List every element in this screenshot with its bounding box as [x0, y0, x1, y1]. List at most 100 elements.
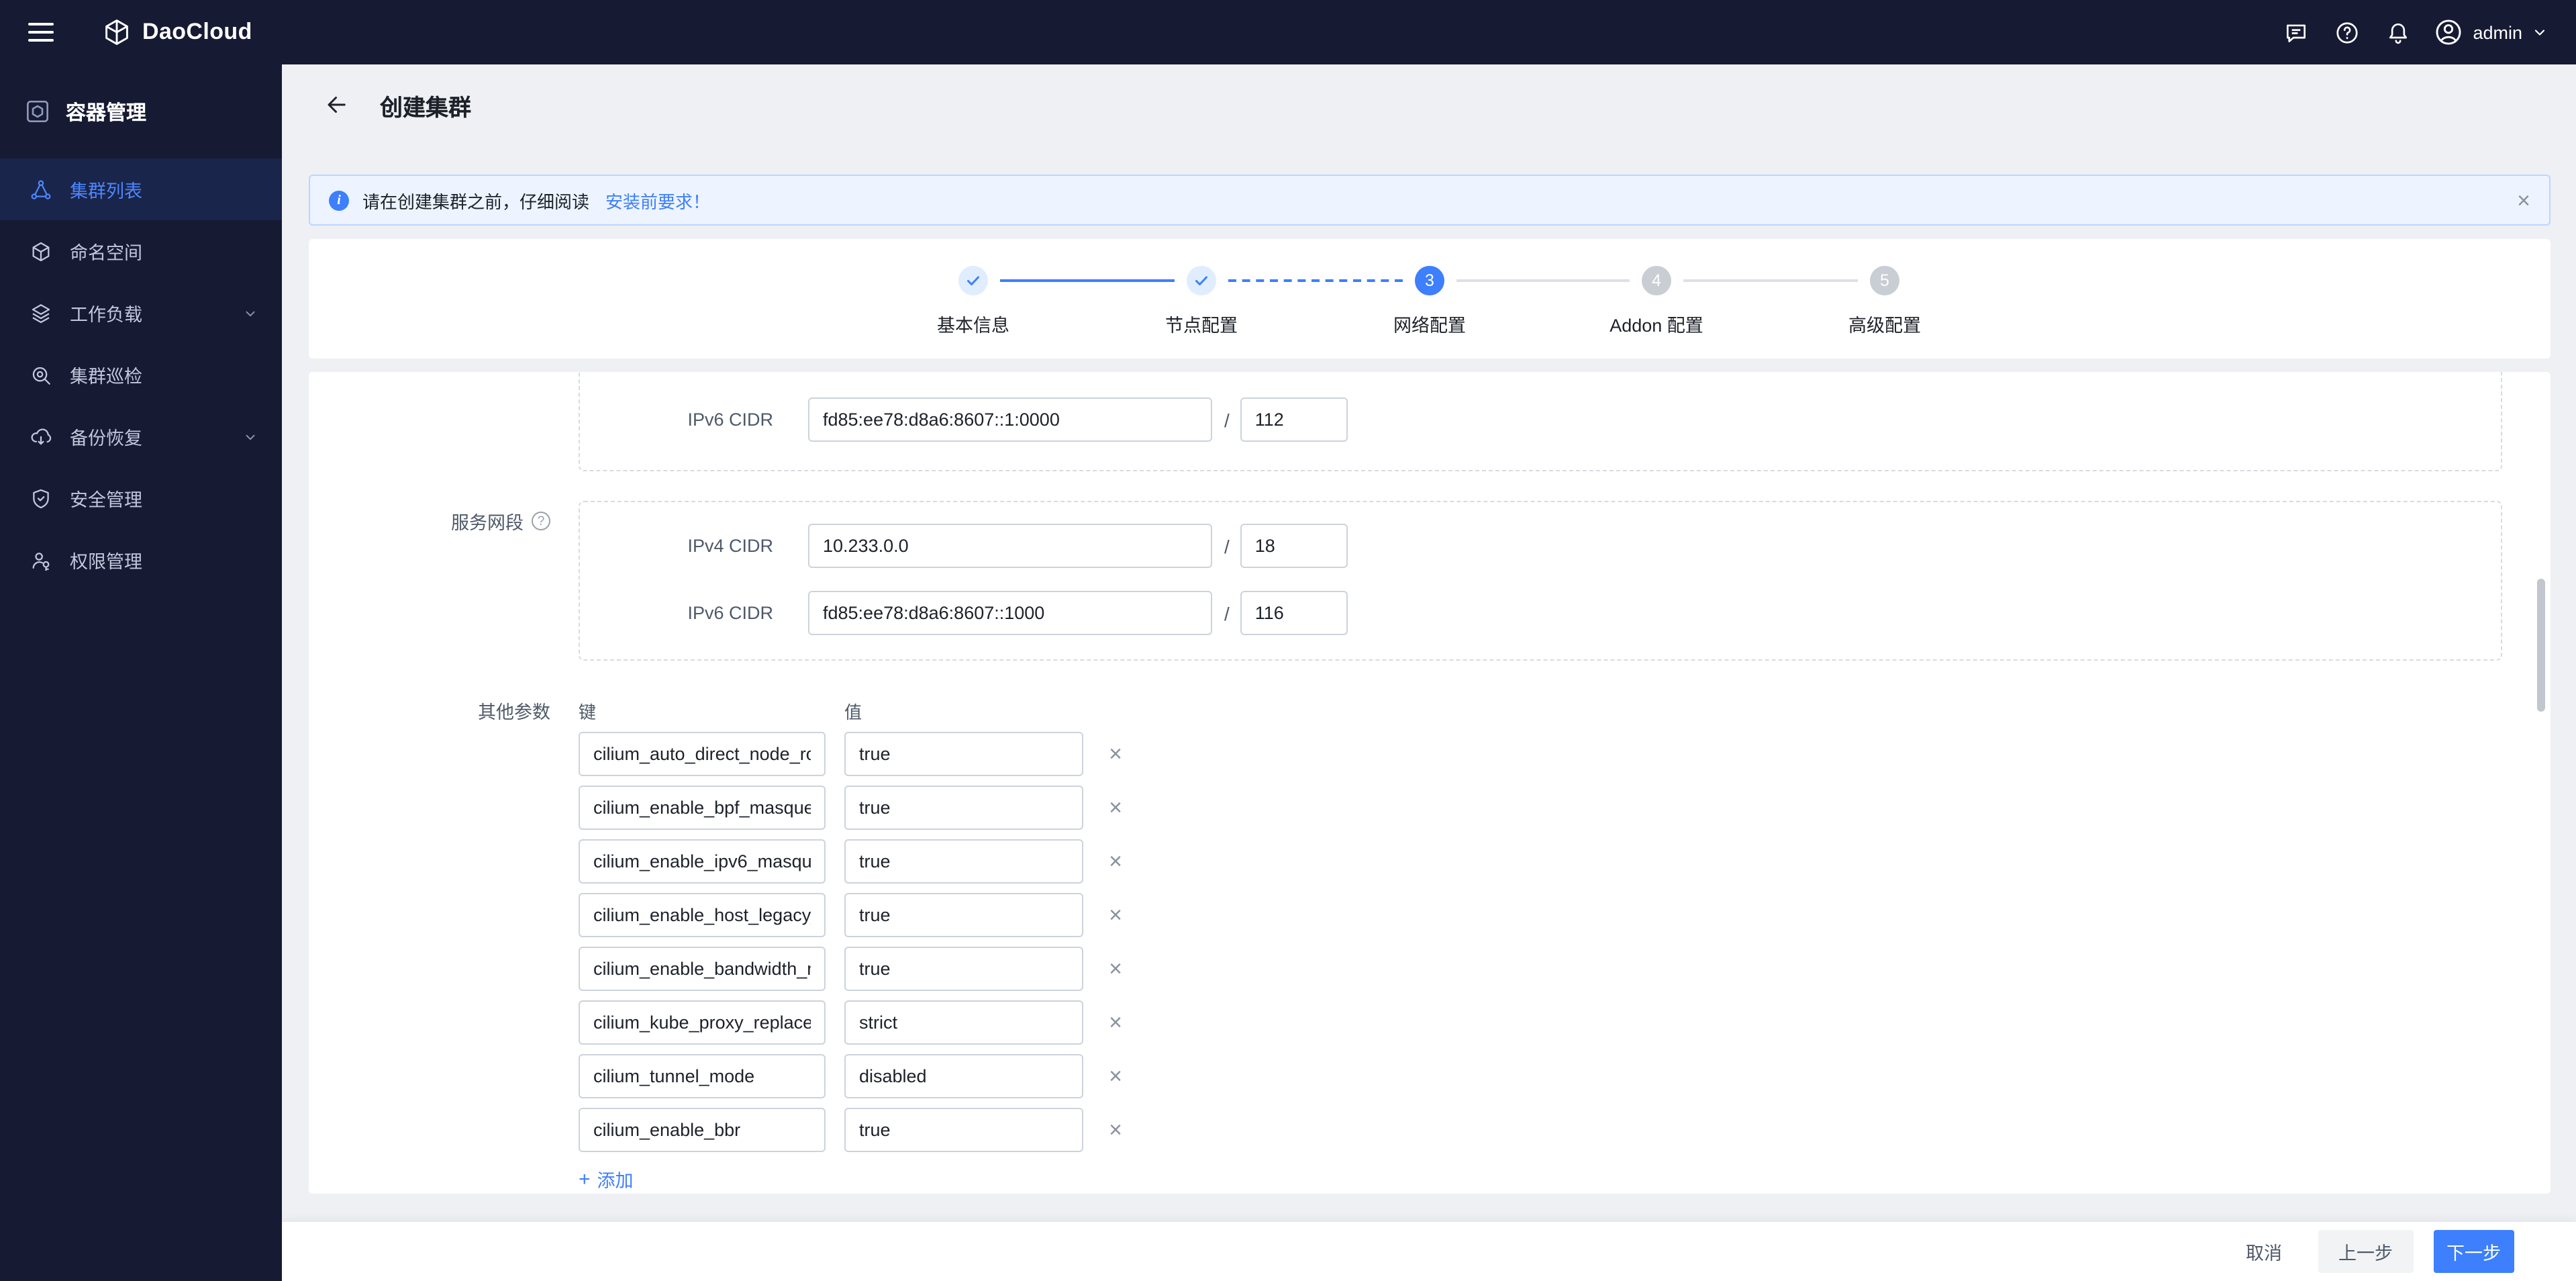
param-value-input[interactable]	[844, 839, 1083, 884]
sidebar-item-label: 权限管理	[70, 547, 142, 573]
help-icon[interactable]	[2321, 8, 2372, 56]
page-header: 创建集群	[282, 64, 2576, 145]
param-value-input[interactable]	[844, 893, 1083, 937]
user-chevron-down-icon	[2532, 24, 2548, 40]
service-ipv6-label: IPv6 CIDR	[612, 603, 773, 623]
remove-row-icon[interactable]: ×	[1105, 904, 1126, 927]
sidebar-item-label: 安全管理	[70, 485, 142, 512]
service-ipv4-cidr-input[interactable]	[808, 524, 1212, 568]
sidebar-item-label: 工作负载	[70, 299, 142, 326]
sidebar-item-label: 集群巡检	[70, 361, 142, 388]
service-ipv6-cidr-input[interactable]	[808, 591, 1212, 635]
param-key-input[interactable]	[579, 732, 826, 776]
param-row: ×	[579, 732, 1126, 776]
param-row: ×	[579, 839, 1126, 884]
brand-name: DaoCloud	[142, 19, 252, 46]
container-management-icon	[24, 98, 51, 125]
param-row: ×	[579, 1000, 1126, 1045]
param-key-input[interactable]	[579, 947, 826, 991]
alert-message: 请在创建集群之前，仔细阅读	[362, 187, 589, 213]
step-1-indicator[interactable]	[958, 266, 988, 295]
notifications-bell-icon[interactable]	[2372, 8, 2423, 56]
remove-row-icon[interactable]: ×	[1105, 1119, 1126, 1141]
pod-ipv6-cidr-input[interactable]	[808, 397, 1212, 442]
param-value-input[interactable]	[844, 1000, 1083, 1045]
sidebar: 容器管理 集群列表 命名空间	[0, 64, 282, 1281]
brand[interactable]: DaoCloud	[102, 17, 252, 47]
sidebar-item-cluster-list[interactable]: 集群列表	[0, 158, 282, 220]
sidebar-item-namespace[interactable]: 命名空间	[0, 220, 282, 282]
param-key-input[interactable]	[579, 893, 826, 937]
install-requirements-link[interactable]: 安装前要求！	[605, 187, 710, 213]
param-key-input[interactable]	[579, 786, 826, 830]
workload-icon	[30, 301, 52, 324]
scrollbar-thumb[interactable]	[2537, 579, 2545, 712]
param-row: ×	[579, 1054, 1126, 1098]
back-arrow-icon[interactable]	[319, 87, 354, 122]
topbar: DaoCloud	[0, 0, 2576, 64]
step-3-indicator[interactable]: 3	[1415, 266, 1444, 295]
backup-restore-icon	[30, 425, 52, 448]
sidebar-item-security[interactable]: 安全管理	[0, 467, 282, 529]
service-ipv4-label: IPv4 CIDR	[612, 536, 773, 556]
cancel-button[interactable]: 取消	[2232, 1230, 2295, 1273]
avatar-icon	[2434, 17, 2463, 47]
sidebar-module-header[interactable]: 容器管理	[0, 64, 282, 158]
username-label: admin	[2473, 22, 2522, 42]
pod-ipv6-mask-input[interactable]	[1240, 397, 1348, 442]
step-5-label: 高级配置	[1791, 310, 1979, 337]
main-content: 创建集群 i 请在创建集群之前，仔细阅读 安装前要求！ × 3 4	[282, 64, 2576, 1281]
info-icon: i	[329, 190, 349, 210]
param-value-input[interactable]	[844, 732, 1083, 776]
param-row: ×	[579, 786, 1126, 830]
add-param-button[interactable]: + 添加	[579, 1166, 634, 1192]
remove-row-icon[interactable]: ×	[1105, 743, 1126, 765]
param-key-input[interactable]	[579, 839, 826, 884]
service-ipv4-mask-input[interactable]	[1240, 524, 1348, 568]
plus-icon: +	[579, 1169, 591, 1189]
param-value-input[interactable]	[844, 786, 1083, 830]
remove-row-icon[interactable]: ×	[1105, 957, 1126, 980]
chevron-down-icon	[243, 305, 258, 320]
param-value-input[interactable]	[844, 1108, 1083, 1152]
sidebar-item-cluster-inspection[interactable]: 集群巡检	[0, 344, 282, 406]
wizard-footer: 取消 上一步 下一步	[282, 1222, 2576, 1281]
remove-row-icon[interactable]: ×	[1105, 796, 1126, 819]
step-connector	[1000, 279, 1175, 282]
step-2-label: 节点配置	[1107, 310, 1295, 337]
sidebar-item-backup-restore[interactable]: 备份恢复	[0, 406, 282, 467]
page-title: 创建集群	[380, 88, 471, 122]
step-5-indicator[interactable]: 5	[1870, 266, 1899, 295]
feedback-chat-icon[interactable]	[2270, 8, 2321, 56]
step-2-indicator[interactable]	[1187, 266, 1216, 295]
sidebar-item-label: 命名空间	[70, 238, 142, 265]
cidr-separator: /	[1224, 535, 1230, 557]
previous-step-button[interactable]: 上一步	[2318, 1230, 2413, 1273]
next-step-button[interactable]: 下一步	[2433, 1230, 2514, 1273]
sidebar-item-permissions[interactable]: 权限管理	[0, 529, 282, 591]
user-menu[interactable]: admin	[2434, 17, 2548, 47]
step-4-label: Addon 配置	[1563, 310, 1750, 337]
shield-icon	[30, 487, 52, 510]
param-key-input[interactable]	[579, 1000, 826, 1045]
sidebar-item-label: 备份恢复	[70, 423, 142, 450]
params-headers: 键 值	[579, 698, 1126, 724]
param-value-input[interactable]	[844, 1054, 1083, 1098]
help-circle-icon[interactable]: ?	[532, 512, 550, 530]
param-key-input[interactable]	[579, 1108, 826, 1152]
param-key-input[interactable]	[579, 1054, 826, 1098]
step-4-indicator[interactable]: 4	[1642, 266, 1671, 295]
other-params-body: 键 值 × × ×	[579, 698, 1126, 1192]
param-value-input[interactable]	[844, 947, 1083, 991]
alert-close-icon[interactable]: ×	[2517, 189, 2530, 211]
menu-toggle-icon[interactable]	[28, 23, 54, 42]
sidebar-item-workload[interactable]: 工作负载	[0, 282, 282, 344]
brand-logo-icon	[102, 17, 132, 47]
chevron-down-icon	[243, 429, 258, 444]
service-ipv6-mask-input[interactable]	[1240, 591, 1348, 635]
step-3-label: 网络配置	[1336, 310, 1524, 337]
remove-row-icon[interactable]: ×	[1105, 1065, 1126, 1088]
remove-row-icon[interactable]: ×	[1105, 1011, 1126, 1034]
remove-row-icon[interactable]: ×	[1105, 850, 1126, 873]
pod-ipv6-row: IPv6 CIDR /	[612, 397, 1348, 442]
